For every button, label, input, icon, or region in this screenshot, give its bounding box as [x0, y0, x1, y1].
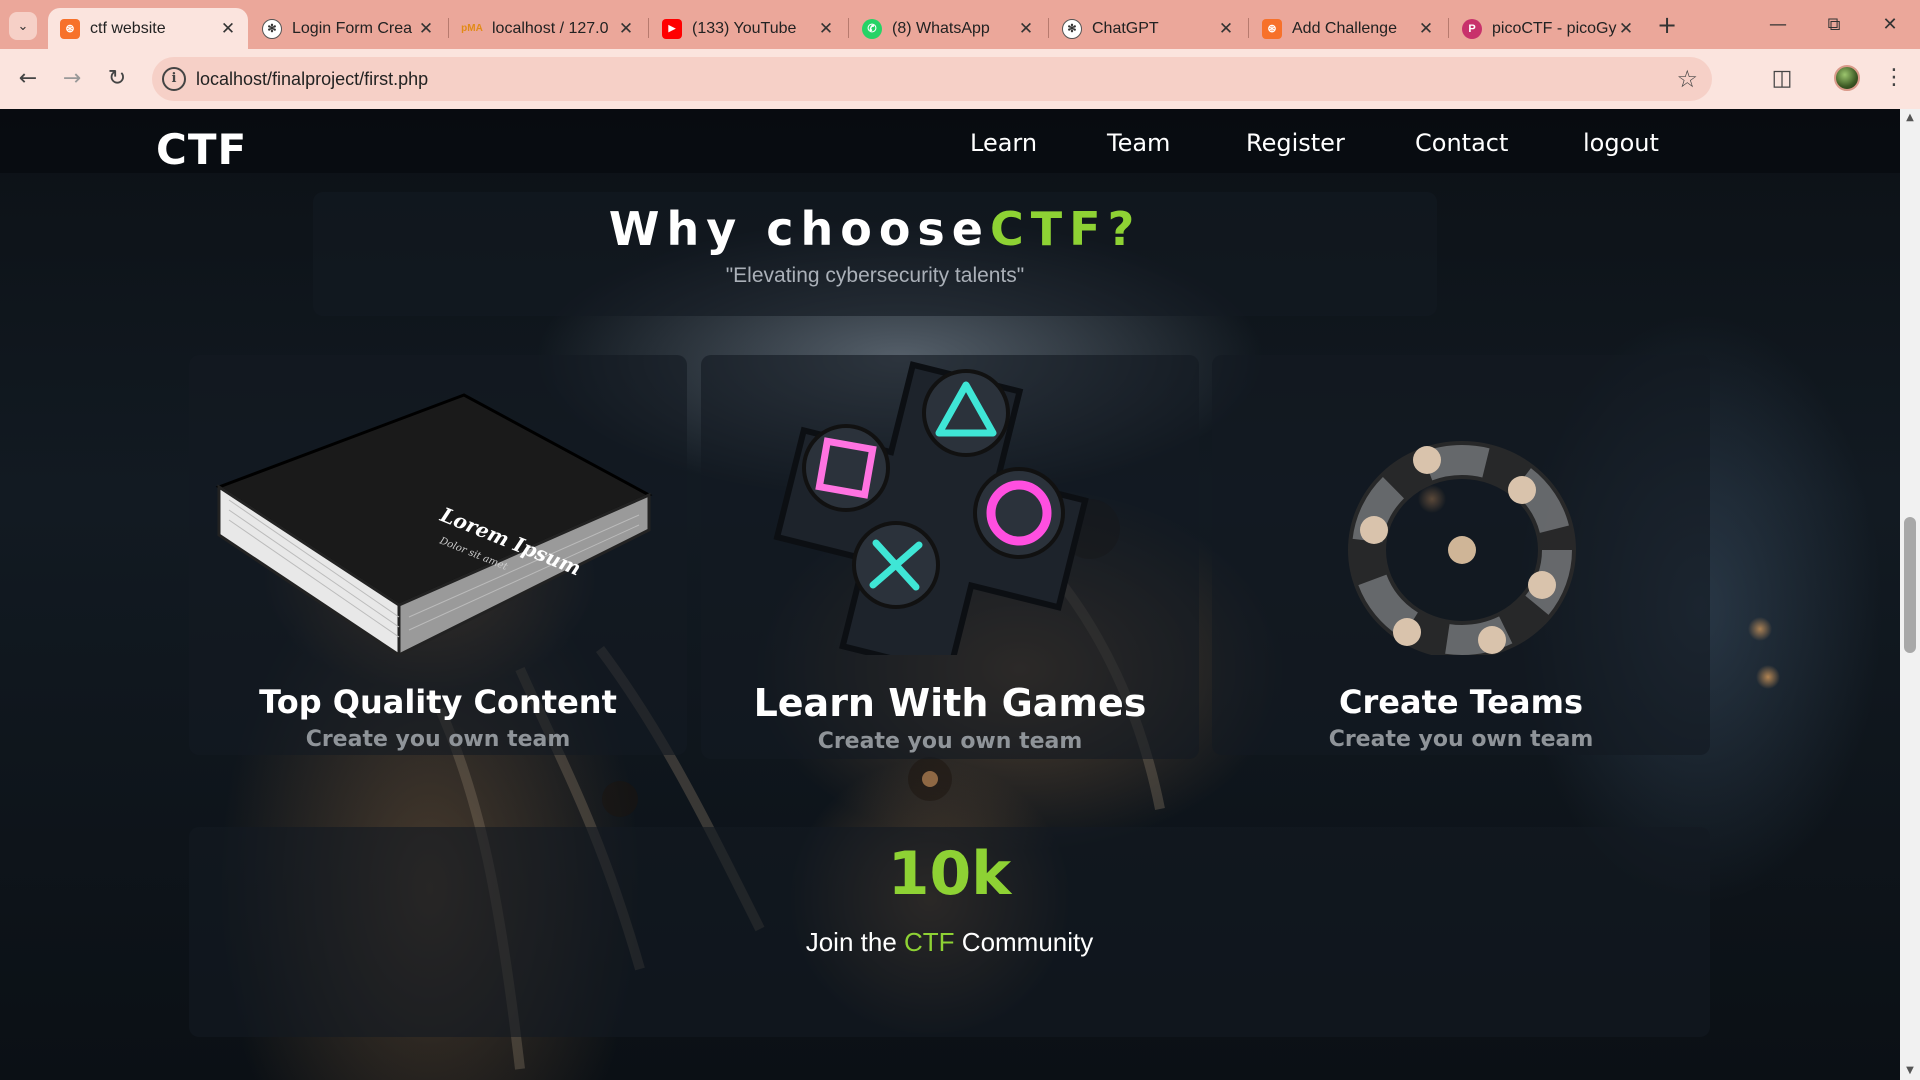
- nav-contact[interactable]: Contact: [1415, 129, 1508, 157]
- restore-button[interactable]: ⧉: [1812, 10, 1856, 40]
- close-icon[interactable]: ✕: [1418, 19, 1434, 39]
- feature-card-games[interactable]: Learn With Games Create you own team: [701, 355, 1199, 759]
- tab-separator: [1448, 18, 1449, 38]
- nav-team[interactable]: Team: [1107, 129, 1170, 157]
- xampp-icon: ⊛: [1262, 18, 1282, 39]
- tab-separator: [1048, 18, 1049, 38]
- new-tab-button[interactable]: +: [1653, 12, 1681, 40]
- tab-picoctf[interactable]: P picoCTF - picoGy ✕: [1450, 8, 1646, 49]
- restore-icon: ⧉: [1827, 14, 1841, 35]
- tab-search-button[interactable]: ⌄: [9, 12, 37, 40]
- whatsapp-icon: ✆: [862, 18, 882, 39]
- site-logo[interactable]: CTF: [156, 125, 247, 174]
- community-stats-section: 10k Join the CTF Community: [189, 827, 1710, 1037]
- youtube-icon: ▶: [662, 18, 682, 39]
- bookmark-star-icon[interactable]: ☆: [1676, 65, 1698, 93]
- tab-separator: [1248, 18, 1249, 38]
- community-count: 10k: [887, 839, 1012, 909]
- arrow-left-icon: ←: [18, 66, 38, 91]
- tab-login-form[interactable]: ✻ Login Form Crea ✕: [250, 8, 446, 49]
- site-info-icon[interactable]: i: [162, 67, 186, 91]
- tab-separator: [648, 18, 649, 38]
- chatgpt-icon: ✻: [1062, 18, 1082, 39]
- site-header: CTF Learn Team Register Contact logout: [0, 109, 1900, 174]
- page-viewport: CTF Learn Team Register Contact logout W…: [0, 109, 1920, 1080]
- nav-logout[interactable]: logout: [1583, 129, 1659, 157]
- why-choose-subtitle: "Elevating cybersecurity talents": [725, 264, 1025, 287]
- close-icon[interactable]: ✕: [1218, 19, 1234, 39]
- card-title: Create Teams: [1339, 683, 1583, 721]
- tab-whatsapp[interactable]: ✆ (8) WhatsApp ✕: [850, 8, 1046, 49]
- feature-card-teams[interactable]: Create Teams Create you own team: [1212, 355, 1710, 755]
- controller-buttons-illustration: [773, 361, 1089, 655]
- tab-add-challenge[interactable]: ⊛ Add Challenge ✕: [1250, 8, 1446, 49]
- profile-avatar[interactable]: [1834, 65, 1860, 91]
- close-icon[interactable]: ✕: [418, 19, 434, 39]
- minimize-icon: —: [1769, 14, 1787, 35]
- tab-phpmyadmin[interactable]: pMA localhost / 127.0 ✕: [450, 8, 646, 49]
- card-subtitle: Create you own team: [817, 729, 1083, 754]
- close-icon[interactable]: ✕: [1618, 19, 1634, 39]
- browser-tab-strip: ⌄ ⊛ ctf website ✕ ✻ Login Form Crea ✕ pM…: [0, 0, 1920, 49]
- scroll-down-arrow-icon[interactable]: ▼: [1900, 1062, 1920, 1080]
- close-icon: ✕: [1882, 14, 1898, 35]
- close-icon[interactable]: ✕: [818, 19, 834, 39]
- why-choose-title: Why chooseCTF?: [608, 202, 1142, 256]
- tab-ctf-website[interactable]: ⊛ ctf website ✕: [48, 8, 248, 49]
- book-illustration: Lorem Ipsum Dolor sit amet: [215, 393, 653, 655]
- menu-dots-icon[interactable]: ⋮: [1878, 63, 1910, 95]
- feature-card-content[interactable]: Lorem Ipsum Dolor sit amet Top Quality C…: [189, 355, 687, 755]
- tab-chatgpt[interactable]: ✻ ChatGPT ✕: [1050, 8, 1246, 49]
- card-title: Top Quality Content: [259, 683, 617, 721]
- browser-toolbar: ← → ↻ i localhost/finalproject/first.php…: [0, 49, 1920, 109]
- why-choose-section: Why chooseCTF? "Elevating cybersecurity …: [313, 192, 1437, 316]
- tab-separator: [848, 18, 849, 38]
- chevron-down-icon: ⌄: [17, 18, 29, 34]
- card-subtitle: Create you own team: [305, 727, 571, 752]
- arrow-right-icon: →: [62, 66, 82, 91]
- close-window-button[interactable]: ✕: [1868, 10, 1912, 40]
- xampp-icon: ⊛: [60, 18, 80, 39]
- reload-icon: ↻: [107, 66, 127, 91]
- back-button[interactable]: ←: [12, 63, 44, 95]
- page-scrollbar[interactable]: ▲ ▼: [1900, 109, 1920, 1080]
- picoctf-icon: P: [1462, 18, 1482, 39]
- extensions-puzzle-icon[interactable]: ◫: [1766, 63, 1798, 95]
- url-text[interactable]: localhost/finalproject/first.php: [196, 69, 428, 90]
- scroll-up-arrow-icon[interactable]: ▲: [1900, 109, 1920, 127]
- tab-separator: [448, 18, 449, 38]
- close-icon[interactable]: ✕: [1018, 19, 1034, 39]
- plus-icon: +: [1656, 11, 1678, 39]
- scrollbar-thumb[interactable]: [1904, 517, 1916, 653]
- forward-button[interactable]: →: [56, 63, 88, 95]
- team-huddle-illustration: [1348, 441, 1576, 655]
- nav-learn[interactable]: Learn: [970, 129, 1037, 157]
- card-subtitle: Create you own team: [1328, 727, 1594, 752]
- close-icon[interactable]: ✕: [220, 19, 236, 39]
- nav-register[interactable]: Register: [1246, 129, 1345, 157]
- close-icon[interactable]: ✕: [618, 19, 634, 39]
- card-title: Learn With Games: [753, 681, 1147, 725]
- tab-youtube[interactable]: ▶ (133) YouTube ✕: [650, 8, 846, 49]
- address-bar[interactable]: i localhost/finalproject/first.php ☆: [152, 57, 1712, 101]
- reload-button[interactable]: ↻: [101, 63, 133, 95]
- community-tagline: Join the CTF Community: [805, 927, 1094, 957]
- chatgpt-icon: ✻: [262, 18, 282, 39]
- phpmyadmin-icon: pMA: [461, 23, 483, 34]
- minimize-button[interactable]: —: [1756, 10, 1800, 40]
